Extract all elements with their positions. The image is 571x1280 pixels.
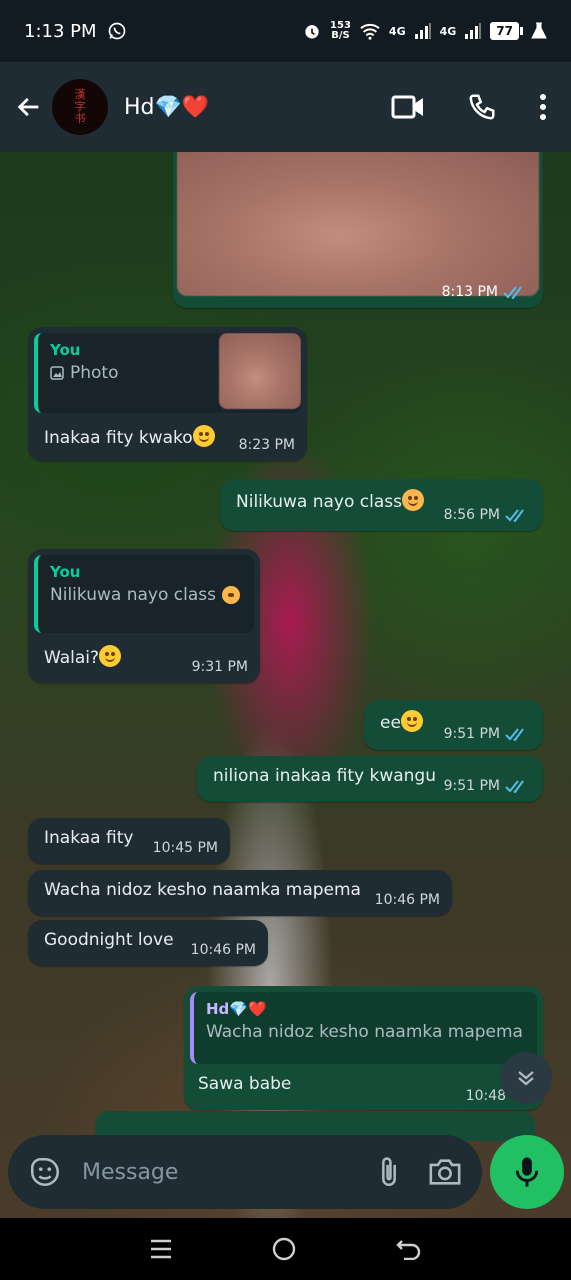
status-bar: 1:13 PM 153 B/S 4G 4G 77	[0, 0, 571, 62]
status-time: 1:13 PM	[24, 20, 97, 42]
smiling-face-emoji	[192, 425, 215, 447]
arrow-left-icon	[17, 97, 39, 117]
message-time: 8:23 PM	[238, 437, 295, 453]
message-text: Inakaa fity kwako	[44, 428, 193, 448]
scroll-to-bottom-button[interactable]	[500, 1052, 552, 1104]
message-incoming[interactable]: Wacha nidoz kesho naamka mapema 10:46 PM	[28, 870, 452, 916]
whatsapp-notification-icon	[108, 22, 125, 40]
message-outgoing[interactable]: ee 9:51 PM	[364, 700, 543, 750]
read-ticks-icon	[505, 780, 524, 793]
message-text: ee	[380, 713, 401, 733]
voice-call-icon[interactable]	[467, 92, 497, 122]
alarm-icon	[305, 25, 319, 39]
quoted-message[interactable]: Hd💎❤️ Wacha nidoz kesho naamka mapema	[190, 992, 537, 1064]
chat-header: 漢字书 Hd💎❤️	[0, 62, 571, 152]
quote-thumbnail	[219, 333, 301, 409]
blurred-photo[interactable]	[177, 152, 539, 296]
message-text: niliona inakaa fity kwangu	[213, 766, 436, 786]
network-type-2: 4G	[439, 24, 457, 38]
grinning-sweat-emoji	[99, 645, 122, 667]
message-incoming[interactable]: You Photo Inakaa fity kwako 8:23 PM	[28, 327, 307, 461]
message-time: 9:51 PM	[443, 726, 500, 742]
signal-icon-2	[465, 23, 482, 39]
message-time: 9:31 PM	[191, 659, 248, 675]
message-time: 9:51 PM	[443, 778, 500, 794]
read-ticks-icon	[503, 286, 522, 299]
message-time: 10:45 PM	[152, 840, 218, 856]
message-input[interactable]: Message	[82, 1160, 350, 1185]
quoted-message[interactable]: You Photo	[34, 333, 301, 413]
battery-indicator: 77	[490, 22, 523, 40]
read-ticks-icon	[505, 509, 524, 522]
network-type-1: 4G	[388, 24, 406, 38]
home-icon[interactable]	[271, 1236, 297, 1262]
double-chevron-down-icon	[518, 1071, 534, 1086]
message-image-outgoing[interactable]: 8:13 PM	[173, 152, 543, 308]
message-text: Sawa babe	[198, 1074, 292, 1094]
message-text: Goodnight love	[44, 930, 174, 950]
message-text: Nilikuwa nayo class	[236, 492, 402, 512]
attachment-icon[interactable]	[376, 1155, 402, 1189]
message-time: 10:46 PM	[374, 892, 440, 908]
message-time: 10:46 PM	[190, 942, 256, 958]
back-nav-icon[interactable]	[396, 1238, 422, 1260]
message-outgoing[interactable]: niliona inakaa fity kwangu 9:51 PM	[197, 756, 543, 802]
face-with-hand-over-mouth-emoji	[221, 586, 240, 604]
quote-text: Nilikuwa nayo class	[50, 585, 216, 605]
message-incoming[interactable]: Goodnight love 10:46 PM	[28, 920, 268, 966]
microphone-icon	[515, 1157, 539, 1187]
message-incoming[interactable]: You Nilikuwa nayo class Walai? 9:31 PM	[28, 549, 260, 683]
back-button[interactable]	[12, 90, 46, 124]
contact-avatar[interactable]: 漢字书	[52, 79, 108, 135]
face-with-hand-over-mouth-emoji	[401, 489, 424, 511]
system-navigation-bar	[0, 1218, 571, 1280]
message-text: Wacha nidoz kesho naamka mapema	[44, 880, 361, 900]
message-text: Walai?	[44, 648, 100, 668]
quote-text-row: Wacha nidoz kesho naamka mapema	[206, 1022, 527, 1042]
photo-icon	[50, 366, 64, 380]
more-options-icon[interactable]	[539, 93, 547, 121]
grinning-sweat-emoji	[400, 710, 423, 732]
quoted-message[interactable]: You Nilikuwa nayo class	[34, 555, 254, 633]
read-ticks-icon	[505, 728, 524, 741]
quote-author: Hd💎❤️	[206, 1000, 267, 1018]
quote-text-row: Nilikuwa nayo class	[50, 585, 244, 605]
speed-unit: B/S	[331, 30, 350, 41]
message-time: 8:13 PM	[441, 284, 498, 300]
voice-message-button[interactable]	[490, 1135, 564, 1209]
flask-icon	[531, 22, 547, 39]
wifi-icon	[360, 23, 380, 40]
message-outgoing[interactable]: Hd💎❤️ Wacha nidoz kesho naamka mapema Sa…	[184, 986, 543, 1110]
message-incoming[interactable]: Inakaa fity 10:45 PM	[28, 818, 230, 864]
quote-text: Wacha nidoz kesho naamka mapema	[206, 1022, 523, 1042]
sticker-icon[interactable]	[28, 1155, 62, 1189]
chat-area[interactable]: 8:13 PM You Photo Inakaa fity kwako 8:23…	[0, 152, 571, 1218]
signal-icon-1	[414, 23, 431, 39]
video-call-icon[interactable]	[391, 94, 425, 120]
battery-level: 77	[490, 22, 519, 40]
recent-apps-icon[interactable]	[149, 1238, 173, 1260]
quote-author: You	[50, 563, 81, 581]
quote-text: Photo	[70, 363, 119, 383]
message-time: 8:56 PM	[443, 507, 500, 523]
network-speed: 153 B/S	[330, 21, 351, 41]
message-outgoing[interactable]: Nilikuwa nayo class 8:56 PM	[220, 479, 543, 531]
camera-icon[interactable]	[428, 1157, 462, 1187]
message-composer[interactable]: Message	[8, 1135, 482, 1209]
contact-name[interactable]: Hd💎❤️	[124, 95, 209, 120]
message-text: Inakaa fity	[44, 828, 134, 848]
